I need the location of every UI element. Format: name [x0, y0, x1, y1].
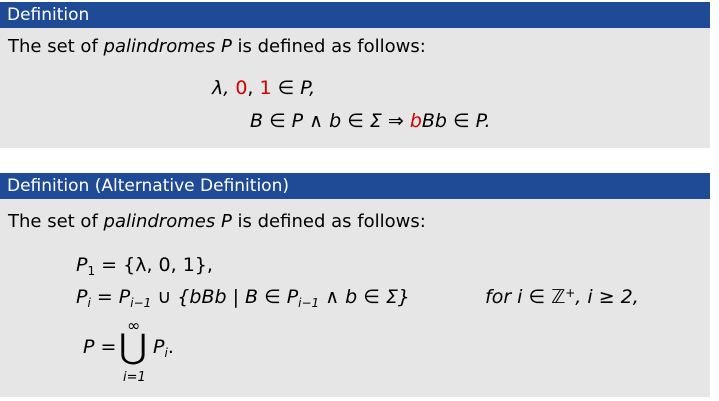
block-title: Definition [0, 2, 710, 28]
block-title: Definition (Alternative Definition) [0, 173, 710, 199]
union-lower-limit: i=1 [123, 370, 146, 385]
definition-block-2: Definition (Alternative Definition) The … [0, 173, 710, 397]
block-body: The set of palindromes P is defined as f… [0, 28, 710, 148]
big-union-symbol: ⋃ [119, 327, 147, 367]
block-body: The set of palindromes P is defined as f… [0, 199, 710, 397]
recursive-rule-line: B ∈ P ∧ b ∈ Σ ⇒ bBb ∈ P. [250, 110, 491, 132]
equation-pi: Pi = Pi−1 ∪ {bBb | B ∈ Pi−1 ∧ b ∈ Σ} [76, 286, 410, 310]
equation-condition: for i ∈ ℤ+, i ≥ 2, [485, 286, 639, 308]
one-symbol: 1 [259, 77, 272, 99]
zero-symbol: 0 [235, 77, 248, 99]
base-case-line: λ, 0, 1 ∈ P, [212, 77, 316, 99]
intro-text: The set of palindromes P is defined as f… [8, 211, 426, 232]
intro-text: The set of palindromes P is defined as f… [8, 36, 426, 57]
equation-union-right: Pi. [153, 336, 174, 360]
equation-union-left: P = [83, 336, 117, 358]
equation-p1: P1 = {λ, 0, 1}, [76, 254, 213, 278]
red-b-symbol: b [409, 110, 422, 132]
definition-block-1: Definition The set of palindromes P is d… [0, 2, 710, 148]
